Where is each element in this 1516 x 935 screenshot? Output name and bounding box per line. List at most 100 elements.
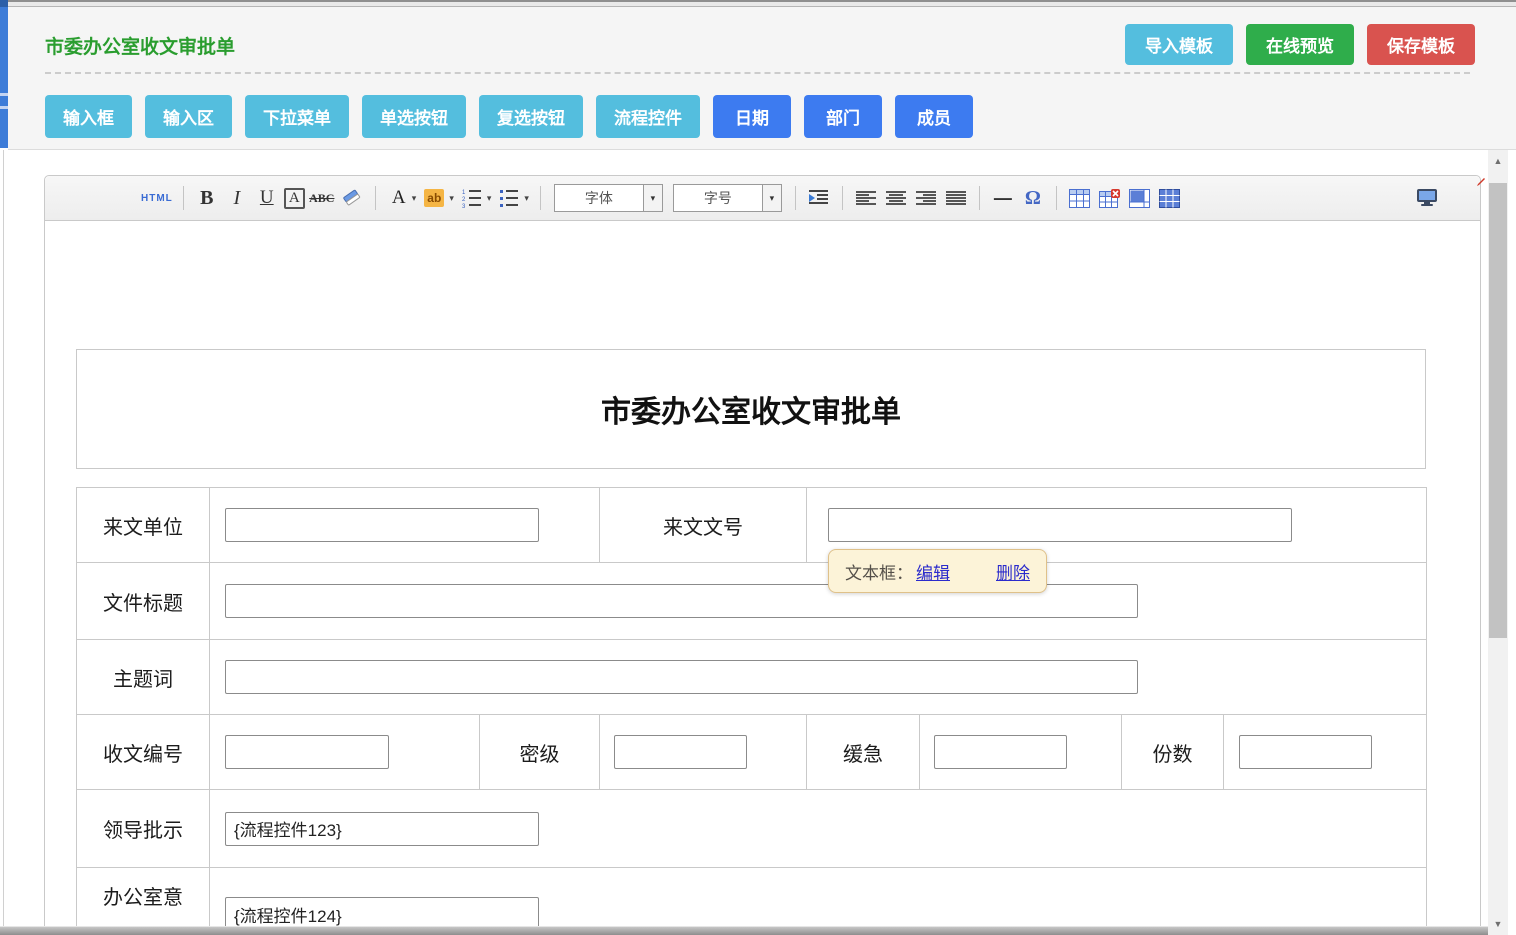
widget-toolbar: 输入框 输入区 下拉菜单 单选按钮 复选按钮 流程控件 日期 部门 成员 <box>45 95 973 138</box>
table-cell <box>1224 715 1427 790</box>
align-center-icon[interactable] <box>883 184 909 212</box>
page-title: 市委办公室收文审批单 <box>45 32 235 59</box>
special-character-icon[interactable]: Ω <box>1020 184 1046 212</box>
table-row: 办公室意见 <box>77 868 1427 935</box>
table-cell <box>600 715 807 790</box>
widget-button-date[interactable]: 日期 <box>713 95 791 138</box>
table-row: 文件标题 <box>77 563 1427 640</box>
edge-tick <box>0 93 8 96</box>
cell-properties-icon[interactable] <box>1157 184 1183 212</box>
header-actions: 导入模板 在线预览 保存模板 <box>1125 24 1475 65</box>
receipt-number-input[interactable] <box>225 735 389 769</box>
widget-button-dropdown[interactable]: 下拉菜单 <box>245 95 349 138</box>
highlight-icon[interactable]: ab <box>421 184 447 212</box>
table-row: 主题词 <box>77 640 1427 715</box>
font-family-select[interactable]: 字体 ▾ <box>554 184 663 212</box>
toolbar-separator <box>1056 186 1057 210</box>
svg-text:1: 1 <box>462 190 466 196</box>
widget-button-textarea[interactable]: 输入区 <box>145 95 232 138</box>
font-color-dropdown-arrow[interactable]: ▾ <box>412 193 417 204</box>
fullscreen-icon[interactable] <box>1414 184 1440 212</box>
leader-instruction-input[interactable] <box>225 812 539 846</box>
toolbar-separator <box>375 186 376 210</box>
ordered-list-dropdown-arrow[interactable]: ▾ <box>487 193 492 204</box>
insert-table-icon[interactable] <box>1067 184 1093 212</box>
form-title: 市委办公室收文审批单 <box>601 387 901 431</box>
background-window-edge <box>0 0 8 148</box>
form-title-box: 市委办公室收文审批单 <box>76 349 1426 469</box>
delete-table-icon[interactable] <box>1097 184 1123 212</box>
editor-document[interactable]: 市委办公室收文审批单 来文单位 来文文号 <box>45 349 1480 935</box>
toolbar-separator <box>795 186 796 210</box>
source-unit-label: 来文单位 <box>77 488 210 563</box>
window-top-edge <box>8 0 1516 7</box>
eraser-icon[interactable] <box>339 184 365 212</box>
subject-word-label: 主题词 <box>77 640 210 715</box>
ordered-list-icon[interactable]: 1 2 3 <box>459 184 485 212</box>
table-cell <box>210 563 1427 640</box>
table-properties-icon[interactable] <box>1127 184 1153 212</box>
widget-button-checkbox[interactable]: 复选按钮 <box>479 95 583 138</box>
import-template-button[interactable]: 导入模板 <box>1125 24 1233 65</box>
urgency-label: 缓急 <box>807 715 920 790</box>
toolbar-separator <box>183 186 184 210</box>
pencil-icon <box>1476 174 1486 192</box>
leader-instruction-label: 领导批示 <box>77 790 210 868</box>
table-cell <box>210 488 600 563</box>
font-color-icon[interactable]: A <box>386 184 412 212</box>
unordered-list-icon[interactable] <box>496 184 522 212</box>
bottom-window-edge <box>0 926 1488 935</box>
widget-button-input-box[interactable]: 输入框 <box>45 95 132 138</box>
approval-form-table: 来文单位 来文文号 文件标题 主题词 <box>76 487 1427 935</box>
scrollbar-thumb[interactable] <box>1489 183 1507 638</box>
font-size-select[interactable]: 字号 ▾ <box>673 184 782 212</box>
highlight-dropdown-arrow[interactable]: ▾ <box>449 193 454 204</box>
widget-button-radio[interactable]: 单选按钮 <box>362 95 466 138</box>
editor-toolbar: HTML B I U A ABC A ▾ ab ▾ <box>45 176 1480 221</box>
font-box-icon[interactable]: A <box>284 188 305 209</box>
table-row: 来文单位 来文文号 <box>77 488 1427 563</box>
italic-icon[interactable]: I <box>224 184 250 212</box>
align-right-icon[interactable] <box>913 184 939 212</box>
scroll-down-button[interactable]: ▼ <box>1488 915 1508 933</box>
toolbar-separator <box>979 186 980 210</box>
subject-word-input[interactable] <box>225 660 1138 694</box>
urgency-input[interactable] <box>934 735 1067 769</box>
chevron-down-icon[interactable]: ▾ <box>643 185 662 211</box>
strikethrough-icon[interactable]: ABC <box>309 184 335 212</box>
tooltip-label: 文本框： <box>845 559 913 584</box>
widget-button-department[interactable]: 部门 <box>804 95 882 138</box>
chevron-down-icon[interactable]: ▾ <box>762 185 781 211</box>
underline-icon[interactable]: U <box>254 184 280 212</box>
unordered-list-dropdown-arrow[interactable]: ▾ <box>524 193 529 204</box>
table-cell <box>920 715 1122 790</box>
document-title-label: 文件标题 <box>77 563 210 640</box>
copies-input[interactable] <box>1239 735 1372 769</box>
vertical-scrollbar[interactable]: ▲ ▼ <box>1488 150 1508 935</box>
save-template-button[interactable]: 保存模板 <box>1367 24 1475 65</box>
delete-link[interactable]: 删除 <box>996 559 1030 584</box>
security-level-label: 密级 <box>480 715 600 790</box>
align-justify-icon[interactable] <box>943 184 969 212</box>
dashed-separator <box>45 72 1470 74</box>
table-row: 领导批示 <box>77 790 1427 868</box>
align-left-icon[interactable] <box>853 184 879 212</box>
source-code-icon[interactable]: HTML <box>141 184 173 212</box>
left-border-line <box>3 150 4 926</box>
toolbar-separator <box>842 186 843 210</box>
indent-icon[interactable] <box>806 184 832 212</box>
security-level-input[interactable] <box>614 735 747 769</box>
online-preview-button[interactable]: 在线预览 <box>1246 24 1354 65</box>
table-cell <box>210 715 480 790</box>
horizontal-rule-icon[interactable]: — <box>990 184 1016 212</box>
toolbar-separator <box>540 186 541 210</box>
table-cell <box>210 790 1427 868</box>
svg-text:2: 2 <box>462 197 466 203</box>
edit-link[interactable]: 编辑 <box>916 559 950 584</box>
document-number-input[interactable] <box>828 508 1292 542</box>
source-unit-input[interactable] <box>225 508 539 542</box>
scroll-up-button[interactable]: ▲ <box>1488 152 1508 170</box>
widget-button-process-control[interactable]: 流程控件 <box>596 95 700 138</box>
widget-button-member[interactable]: 成员 <box>895 95 973 138</box>
bold-icon[interactable]: B <box>194 184 220 212</box>
